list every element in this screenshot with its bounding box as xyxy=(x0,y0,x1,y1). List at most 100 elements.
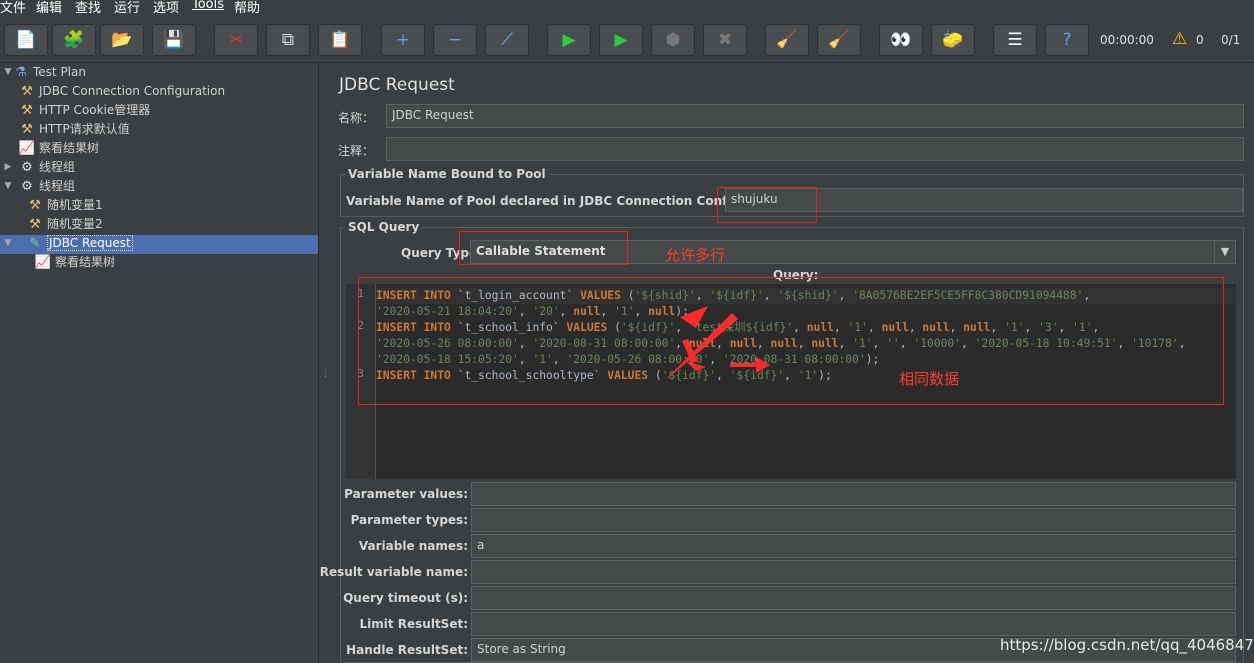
tree-node[interactable]: ⚒ 随机变量1 xyxy=(26,196,103,214)
tree-node[interactable]: ▼ ⚗ Test Plan xyxy=(5,63,86,81)
tree-node-label: 察看结果树 xyxy=(39,141,100,155)
param-label: Handle ResultSet: xyxy=(346,643,468,657)
tree-node-label: JDBC Connection Configuration xyxy=(39,84,226,98)
start-no-pause-icon: ▶ xyxy=(614,29,628,50)
name-label: 名称： xyxy=(338,111,375,125)
copy-icon: ⧉ xyxy=(281,29,295,50)
param-field[interactable] xyxy=(471,508,1236,532)
config-icon: ⚒ xyxy=(21,103,33,118)
start-button[interactable]: ▶ xyxy=(547,24,591,56)
menu-file[interactable]: 文件 xyxy=(0,0,26,16)
panel-title: JDBC Request xyxy=(339,75,455,95)
tree-node[interactable]: ▶ ⚙ 线程组 xyxy=(5,158,75,176)
watermark-text: https://blog.csdn.net/qq_40468470 xyxy=(1000,636,1254,654)
tree-node[interactable]: ⚒ HTTP Cookie管理器 xyxy=(18,101,150,119)
help-button[interactable]: ? xyxy=(1045,24,1089,56)
paste-icon: 📋 xyxy=(329,29,351,50)
function-helper-icon: ☰ xyxy=(1007,29,1023,50)
tree-node[interactable]: ⚒ 随机变量2 xyxy=(26,215,102,233)
tree-node[interactable]: ▼ ⚙ 线程组 xyxy=(5,177,75,195)
reset-search-icon: 🧽 xyxy=(942,29,964,50)
cut-button[interactable]: ✂ xyxy=(214,24,258,56)
tree-node-label: HTTP Cookie管理器 xyxy=(39,103,151,117)
shutdown-icon: ✖ xyxy=(717,29,733,50)
paste-button[interactable]: 📋 xyxy=(318,24,362,56)
tree-node[interactable]: 📈 察看结果树 xyxy=(18,139,99,157)
shutdown-button[interactable]: ✖ xyxy=(703,24,747,56)
search-button[interactable]: 👀 xyxy=(879,24,923,56)
annotation-box-pool xyxy=(717,187,817,223)
name-field[interactable]: JDBC Request xyxy=(386,104,1244,128)
save-button[interactable]: 💾 xyxy=(152,24,196,56)
menu-edit[interactable]: 编辑 xyxy=(36,0,62,16)
stop-button[interactable]: ⬢ xyxy=(651,24,695,56)
tree-node-label: 随机变量1 xyxy=(47,198,103,212)
clear-all-icon: 🧹 xyxy=(828,29,850,50)
reset-search-button[interactable]: 🧽 xyxy=(931,24,975,56)
chevron-right-icon[interactable]: ▶ xyxy=(2,158,14,176)
config-icon: ⚒ xyxy=(29,217,41,232)
param-field[interactable]: a xyxy=(471,534,1236,558)
comment-field[interactable] xyxy=(386,137,1244,161)
annotation-arrows xyxy=(667,306,770,378)
param-label: Variable names: xyxy=(358,539,468,553)
param-label: Limit ResultSet: xyxy=(359,617,468,631)
new-button[interactable]: 📄 xyxy=(4,24,48,56)
clear-button[interactable]: 🧹 xyxy=(765,24,809,56)
arrow-head xyxy=(686,361,706,371)
arrow-head xyxy=(756,357,770,373)
save-icon: 💾 xyxy=(163,29,185,50)
jdbc-request-panel: JDBC Request 名称： JDBC Request 注释： Variab… xyxy=(320,63,1254,663)
param-label: Query timeout (s): xyxy=(343,591,468,605)
tree-node-label: HTTP请求默认值 xyxy=(39,122,130,136)
tree-node[interactable]: ⚒ HTTP请求默认值 xyxy=(18,120,130,138)
help-icon: ? xyxy=(1062,29,1072,50)
param-field[interactable] xyxy=(471,612,1236,636)
start-icon: ▶ xyxy=(562,29,576,50)
param-field[interactable] xyxy=(471,482,1236,506)
sampler-icon: ✎ xyxy=(29,236,41,251)
chevron-down-icon[interactable]: ▼ xyxy=(2,63,14,81)
active-threads: 0/1 xyxy=(1221,33,1241,47)
arrow-shape xyxy=(730,363,760,367)
tree-node-label: 察看结果树 xyxy=(55,255,116,269)
new-icon: 📄 xyxy=(15,29,37,50)
config-icon: ⚒ xyxy=(21,122,33,137)
toggle-button[interactable]: ⟋ xyxy=(485,24,529,56)
warning-icon[interactable]: ⚠ xyxy=(1172,29,1187,49)
tree-node[interactable]: 📈 察看结果树 xyxy=(34,253,115,271)
start-no-pause-button[interactable]: ▶ xyxy=(599,24,643,56)
param-label: Result variable name: xyxy=(319,565,468,579)
search-icon: 👀 xyxy=(890,29,912,50)
clear-all-button[interactable]: 🧹 xyxy=(817,24,861,56)
config-icon: ⚒ xyxy=(21,84,33,99)
stop-icon: ⬢ xyxy=(665,29,681,50)
annotation-multiline: 允许多行 xyxy=(665,246,726,264)
templates-button[interactable]: 🧩 xyxy=(52,24,96,56)
expand-button[interactable]: + xyxy=(381,24,425,56)
open-button[interactable]: 📂 xyxy=(100,24,144,56)
splitter-grip-icon[interactable]: ⋮ xyxy=(321,369,330,379)
chevron-down-icon[interactable]: ▼ xyxy=(2,234,14,252)
menu-help[interactable]: 帮助 xyxy=(234,0,260,16)
menu-bar: 文件 编辑 查找 运行 选项 Tools 帮助 xyxy=(0,0,1254,16)
annotation-same-data: 相同数据 xyxy=(899,370,960,388)
menu-tools[interactable]: Tools xyxy=(192,0,224,12)
chevron-down-icon[interactable]: ▼ xyxy=(2,177,14,195)
copy-button[interactable]: ⧉ xyxy=(266,24,310,56)
gear-icon: ⚙ xyxy=(21,160,33,175)
menu-options[interactable]: 选项 xyxy=(153,0,179,16)
toggle-icon: ⟋ xyxy=(501,29,513,50)
tree-node[interactable]: ⚒ JDBC Connection Configuration xyxy=(18,82,225,100)
function-helper-button[interactable]: ☰ xyxy=(993,24,1037,56)
param-field[interactable] xyxy=(471,586,1236,610)
tree-node[interactable]: ▼ ✎ JDBC Request xyxy=(5,234,133,252)
menu-run[interactable]: 运行 xyxy=(114,0,140,16)
menu-search[interactable]: 查找 xyxy=(75,0,101,16)
param-field[interactable] xyxy=(471,560,1236,584)
chevron-down-icon[interactable]: ▼ xyxy=(1214,241,1235,263)
test-plan-tree: ▼ ⚗ Test Plan ⚒ JDBC Connection Configuratio… xyxy=(0,63,318,663)
collapse-icon: − xyxy=(447,29,463,50)
collapse-button[interactable]: − xyxy=(433,24,477,56)
annotation-box-query-type xyxy=(459,231,628,265)
